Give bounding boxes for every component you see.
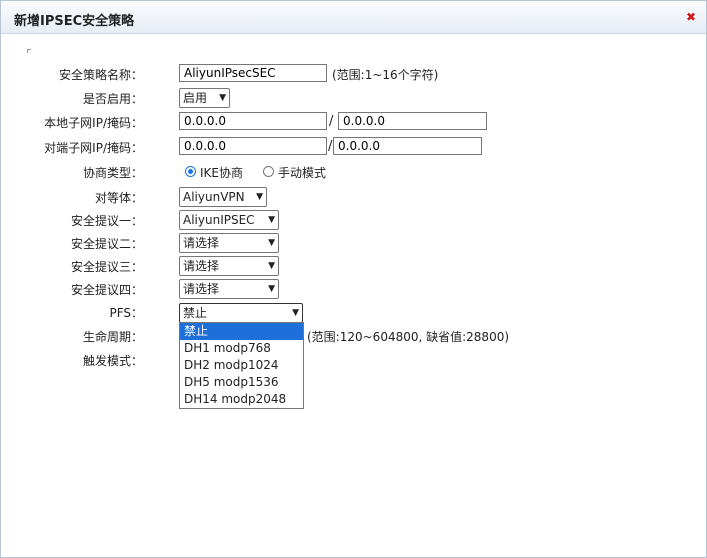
proposal4-label: 安全提议四： [70, 283, 143, 297]
radio-manual-label: 手动模式 [278, 166, 327, 180]
pfs-dropdown-list: 禁止 DH1 modp768 DH2 modp1024 DH5 modp1536… [179, 322, 304, 409]
chevron-down-icon: ▼ [268, 215, 275, 225]
pfs-select[interactable]: 禁止 ▼ [179, 303, 303, 323]
proposal2-select[interactable]: 请选择 ▼ [179, 233, 279, 253]
peer-select-value: AliyunVPN [183, 190, 245, 204]
pfs-select-value: 禁止 [183, 306, 208, 320]
policy-name-label: 安全策略名称： [58, 68, 143, 82]
trigger-label: 触发模式： [82, 354, 143, 368]
remote-mask-input[interactable] [333, 137, 482, 155]
peer-label: 对等体： [94, 191, 143, 205]
lifetime-hint: (范围:120~604800, 缺省值:28800) [307, 330, 510, 344]
local-subnet-label: 本地子网IP/掩码： [44, 116, 143, 130]
proposal3-select[interactable]: 请选择 ▼ [179, 256, 279, 276]
remote-subnet-separator: / [328, 139, 333, 154]
pfs-label: PFS： [109, 306, 143, 320]
proposal3-label: 安全提议三： [70, 260, 143, 274]
chevron-down-icon: ▼ [219, 93, 226, 103]
enabled-select-value: 启用 [183, 91, 208, 105]
proposal1-label: 安全提议一： [70, 214, 143, 228]
radio-ike-label: IKE协商 [200, 166, 243, 180]
corner-mark [27, 49, 31, 53]
local-ip-input[interactable] [179, 112, 327, 130]
chevron-down-icon: ▼ [292, 308, 299, 318]
dialog-title: 新增IPSEC安全策略 [14, 14, 135, 29]
enabled-label: 是否启用： [82, 92, 143, 106]
pfs-option[interactable]: DH5 modp1536 [180, 374, 303, 391]
policy-name-input[interactable] [179, 64, 327, 82]
proposal1-select[interactable]: AliyunIPSEC ▼ [179, 210, 279, 230]
pfs-option[interactable]: 禁止 [180, 323, 303, 340]
enabled-select[interactable]: 启用 ▼ [179, 88, 230, 108]
pfs-option[interactable]: DH1 modp768 [180, 340, 303, 357]
dialog-titlebar: 新增IPSEC安全策略 ✖ [1, 1, 706, 34]
chevron-down-icon: ▼ [268, 284, 275, 294]
policy-name-hint: (范围:1~16个字符) [332, 68, 439, 82]
peer-select[interactable]: AliyunVPN ▼ [179, 187, 267, 207]
proposal1-select-value: AliyunIPSEC [183, 213, 255, 227]
proposal4-select-value: 请选择 [183, 282, 220, 296]
pfs-option[interactable]: DH14 modp2048 [180, 391, 303, 408]
proposal4-select[interactable]: 请选择 ▼ [179, 279, 279, 299]
proposal2-label: 安全提议二： [70, 237, 143, 251]
radio-manual[interactable] [263, 166, 274, 177]
proposal3-select-value: 请选择 [183, 259, 220, 273]
chevron-down-icon: ▼ [268, 238, 275, 248]
remote-subnet-label: 对端子网IP/掩码： [44, 141, 143, 155]
chevron-down-icon: ▼ [256, 192, 263, 202]
proposal2-select-value: 请选择 [183, 236, 220, 250]
negotiation-label: 协商类型： [82, 166, 143, 180]
radio-ike[interactable] [185, 166, 196, 177]
chevron-down-icon: ▼ [268, 261, 275, 271]
close-icon[interactable]: ✖ [685, 11, 697, 23]
pfs-option[interactable]: DH2 modp1024 [180, 357, 303, 374]
local-subnet-separator: / [329, 114, 334, 129]
remote-ip-input[interactable] [179, 137, 327, 155]
dialog: 新增IPSEC安全策略 ✖ 安全策略名称： (范围:1~16个字符) 是否启用：… [0, 0, 707, 558]
local-mask-input[interactable] [338, 112, 487, 130]
lifetime-label: 生命周期： [82, 330, 143, 344]
